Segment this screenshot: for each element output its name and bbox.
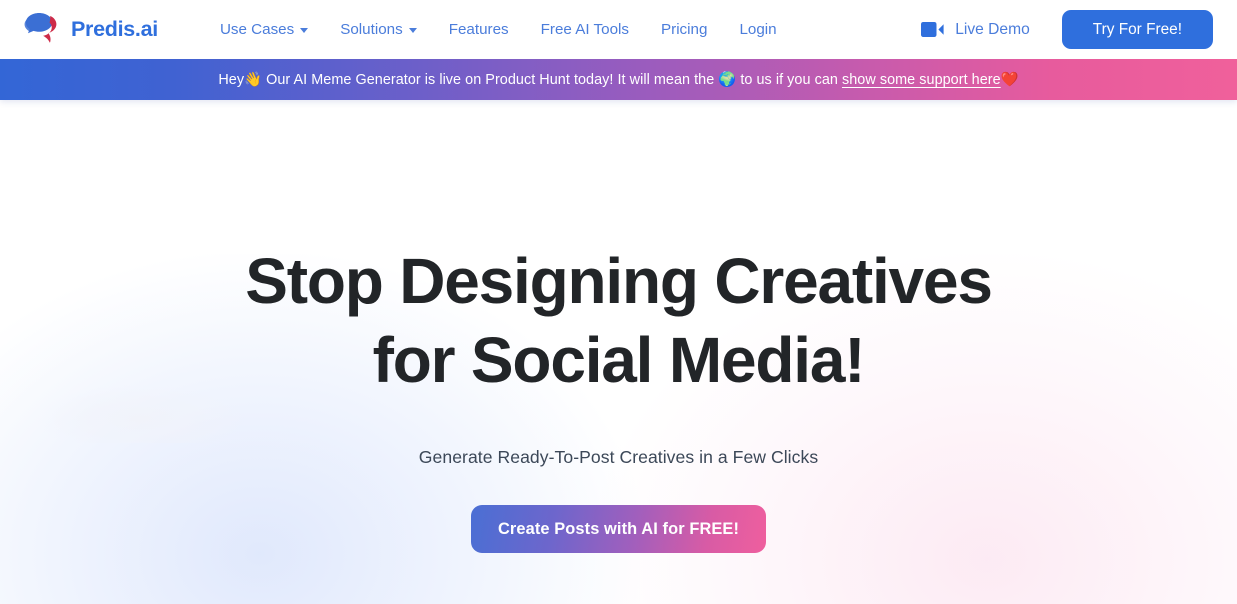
- brand-logo-link[interactable]: Predis.ai: [22, 12, 158, 47]
- site-header: Predis.ai Use Cases Solutions Features F…: [0, 0, 1237, 59]
- create-posts-cta-button[interactable]: Create Posts with AI for FREE!: [471, 505, 766, 553]
- announcement-banner: Hey👋 Our AI Meme Generator is live on Pr…: [0, 59, 1237, 100]
- live-demo-label: Live Demo: [955, 20, 1030, 38]
- hero-title-line-1: Stop Designing Creatives: [245, 245, 993, 317]
- primary-navigation: Use Cases Solutions Features Free AI Too…: [220, 15, 793, 44]
- live-demo-link[interactable]: Live Demo: [921, 21, 1030, 39]
- nav-item-solutions[interactable]: Solutions: [324, 15, 432, 44]
- nav-item-free-ai-tools[interactable]: Free AI Tools: [525, 15, 645, 44]
- brand-name: Predis.ai: [71, 17, 158, 41]
- page-title: Stop Designing Creatives for Social Medi…: [245, 242, 993, 400]
- chevron-down-icon: [300, 28, 309, 33]
- chevron-down-icon: [408, 28, 417, 33]
- announcement-support-link[interactable]: show some support here: [842, 72, 1001, 88]
- speech-bubble-logo-icon: [22, 12, 62, 47]
- header-actions: Live Demo Try For Free!: [921, 10, 1213, 49]
- hero-section: Stop Designing Creatives for Social Medi…: [0, 100, 1237, 604]
- nav-item-use-cases[interactable]: Use Cases: [220, 15, 324, 44]
- nav-item-features[interactable]: Features: [433, 15, 525, 44]
- announcement-text: Hey👋 Our AI Meme Generator is live on Pr…: [218, 71, 1018, 88]
- announcement-text-after: ❤️: [1000, 72, 1019, 88]
- nav-item-label: Login: [739, 21, 777, 38]
- video-camera-icon: [921, 22, 944, 37]
- announcement-text-before: Hey👋 Our AI Meme Generator is live on Pr…: [218, 72, 842, 88]
- nav-item-pricing[interactable]: Pricing: [645, 15, 723, 44]
- nav-item-label: Solutions: [340, 21, 403, 38]
- try-for-free-button[interactable]: Try For Free!: [1061, 10, 1213, 49]
- landing-page: Predis.ai Use Cases Solutions Features F…: [0, 0, 1237, 604]
- nav-item-login[interactable]: Login: [723, 15, 792, 44]
- hero-subtitle: Generate Ready-To-Post Creatives in a Fe…: [418, 447, 819, 467]
- hero-title-line-2: for Social Media!: [372, 324, 866, 396]
- nav-item-label: Features: [448, 21, 509, 38]
- nav-item-label: Use Cases: [219, 21, 295, 38]
- nav-item-label: Pricing: [661, 21, 708, 38]
- hero-content: Stop Designing Creatives for Social Medi…: [0, 100, 1237, 553]
- nav-item-label: Free AI Tools: [540, 21, 629, 38]
